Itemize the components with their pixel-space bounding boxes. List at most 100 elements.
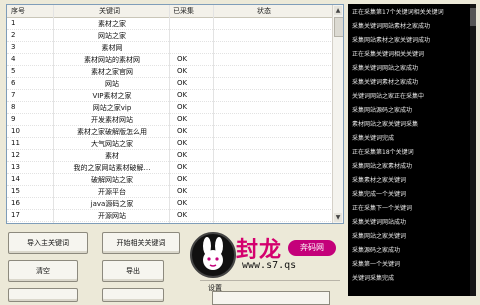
- row-collected: OK: [177, 55, 188, 63]
- log-scrollbar[interactable]: [470, 4, 476, 296]
- table-row[interactable]: 5 素材之家官网 OK: [7, 66, 333, 78]
- log-line: 采集网站之家关键词: [352, 233, 407, 240]
- row-keyword: 素材之家破解版怎么用: [77, 128, 147, 136]
- table-scrollbar[interactable]: ▲ ▼: [332, 5, 343, 223]
- log-line: 采集网站之家素材成功: [352, 163, 413, 170]
- row-keyword: 开源网站: [98, 212, 126, 220]
- scroll-up-icon[interactable]: ▲: [334, 6, 342, 15]
- table-row[interactable]: 12 素材 OK: [7, 150, 333, 162]
- row-index: 12: [11, 151, 20, 159]
- row-index: 4: [11, 55, 16, 63]
- scroll-thumb[interactable]: [334, 17, 343, 37]
- row-keyword: 素材之家: [98, 20, 126, 28]
- scroll-down-icon[interactable]: ▼: [334, 213, 342, 222]
- table-body: 1 素材之家 2 网站之家 3 素材网 4 素材网站的素材网 OK 5 素材之家官网 OK 6 网站 OK 7…: [7, 18, 333, 222]
- log-line: 采集第一个关键词: [352, 261, 401, 268]
- log-line: 正在采集下一个关键词: [352, 205, 413, 212]
- row-index: 9: [11, 115, 16, 123]
- table-row[interactable]: 1 素材之家: [7, 18, 333, 30]
- row-index: 7: [11, 91, 16, 99]
- column-header-collected[interactable]: 已采集: [173, 6, 194, 16]
- start-collect-button[interactable]: 开始相关关键词: [102, 232, 180, 254]
- log-line: 采集关键词网站之家成功: [352, 65, 419, 72]
- row-index: 1: [11, 19, 16, 27]
- row-index: 15: [11, 187, 20, 195]
- log-line: 采集素材之家关键词: [352, 177, 407, 184]
- table-row[interactable]: 4 素材网站的素材网 OK: [7, 54, 333, 66]
- row-collected: OK: [177, 67, 188, 75]
- row-keyword: 破解网站之家: [91, 176, 133, 184]
- table-row[interactable]: 2 网站之家: [7, 30, 333, 42]
- app-window: 序号 关键词 已采集 状态 1 素材之家 2 网站之家 3 素材网 4 素材网站的素材网 OK 5…: [0, 0, 480, 305]
- column-header-status[interactable]: 状态: [257, 6, 271, 16]
- column-header-keyword[interactable]: 关键词: [99, 6, 120, 16]
- table-row[interactable]: 16 java源码之家 OK: [7, 198, 333, 210]
- log-line: 素材网站之家关键词采集: [352, 121, 419, 128]
- table-row[interactable]: 7 VIP素材之家 OK: [7, 90, 333, 102]
- table-row[interactable]: 14 破解网站之家 OK: [7, 174, 333, 186]
- row-index: 13: [11, 163, 20, 171]
- row-index: 5: [11, 67, 16, 75]
- rabbit-logo-icon: [190, 232, 236, 278]
- row-collected: OK: [177, 103, 188, 111]
- row-index: 14: [11, 175, 20, 183]
- import-keywords-button[interactable]: 导入主关键词: [8, 232, 88, 254]
- row-collected: OK: [177, 139, 188, 147]
- row-keyword: 素材网: [101, 44, 123, 52]
- column-header-index[interactable]: 序号: [11, 6, 51, 16]
- row-collected: OK: [177, 163, 188, 171]
- table-row[interactable]: 3 素材网: [7, 42, 333, 54]
- log-line: 采集完成一个关键词: [352, 191, 407, 198]
- export-button[interactable]: 导出: [102, 260, 164, 282]
- table-row[interactable]: 13 我的之家网站素材破解… OK: [7, 162, 333, 174]
- row-keyword: 素材网站的素材网: [84, 56, 140, 64]
- row-index: 16: [11, 199, 20, 207]
- log-line: 采集网站源码之家成功: [352, 107, 413, 114]
- row-keyword: 开源平台: [98, 188, 126, 196]
- row-keyword: 大气网站之家: [91, 140, 133, 148]
- row-keyword: 网站之家: [98, 32, 126, 40]
- row-collected: OK: [177, 211, 188, 219]
- row-index: 6: [11, 79, 16, 87]
- row-keyword: 我的之家网站素材破解…: [73, 164, 151, 172]
- row-index: 2: [11, 31, 16, 39]
- row-collected: OK: [177, 175, 188, 183]
- log-line: 关键词采集完成: [352, 275, 395, 282]
- row-keyword: 素材之家官网: [91, 68, 133, 76]
- keyword-table[interactable]: 序号 关键词 已采集 状态 1 素材之家 2 网站之家 3 素材网 4 素材网站的素材网 OK 5…: [6, 4, 344, 224]
- log-line: 采集关键词网站成功: [352, 219, 407, 226]
- clear-button[interactable]: 清空: [8, 260, 78, 282]
- row-keyword: 网站: [105, 80, 119, 88]
- row-index: 10: [11, 127, 20, 135]
- table-row[interactable]: 17 开源网站 OK: [7, 210, 333, 222]
- row-index: 17: [11, 211, 20, 219]
- row-keyword: 网站之家vip: [92, 104, 132, 112]
- row-keyword: java源码之家: [90, 200, 134, 208]
- log-line: 采集关键词完成: [352, 135, 395, 142]
- log-line: 采集关键词素材之家成功: [352, 79, 419, 86]
- table-row[interactable]: 15 开源平台 OK: [7, 186, 333, 198]
- row-collected: OK: [177, 151, 188, 159]
- row-index: 11: [11, 139, 20, 147]
- log-line: 采集网站素材之家关键词成功: [352, 37, 431, 44]
- table-row[interactable]: 11 大气网站之家 OK: [7, 138, 333, 150]
- row-index: 3: [11, 43, 16, 51]
- log-line: 正在采集第17个关键词相关关键词: [352, 9, 444, 16]
- row-index: 8: [11, 103, 16, 111]
- row-keyword: 素材: [105, 152, 119, 160]
- row-collected: OK: [177, 187, 188, 195]
- table-row[interactable]: 6 网站 OK: [7, 78, 333, 90]
- row-keyword: 开发素材网站: [91, 116, 133, 124]
- table-row[interactable]: 10 素材之家破解版怎么用 OK: [7, 126, 333, 138]
- table-header: 序号 关键词 已采集 状态: [7, 5, 333, 18]
- row-collected: OK: [177, 115, 188, 123]
- row-collected: OK: [177, 127, 188, 135]
- row-collected: OK: [177, 79, 188, 87]
- table-row[interactable]: 9 开发素材网站 OK: [7, 114, 333, 126]
- table-row[interactable]: 8 网站之家vip OK: [7, 102, 333, 114]
- log-line: 采集源码之家成功: [352, 247, 401, 254]
- log-panel[interactable]: 正在采集第17个关键词相关关键词 采集关键词网站素材之家成功 采集网站素材之家关键词…: [348, 4, 476, 296]
- row-keyword: VIP素材之家: [92, 92, 132, 100]
- brand-tag: 奔码网: [288, 240, 336, 256]
- settings-input[interactable]: [212, 291, 330, 305]
